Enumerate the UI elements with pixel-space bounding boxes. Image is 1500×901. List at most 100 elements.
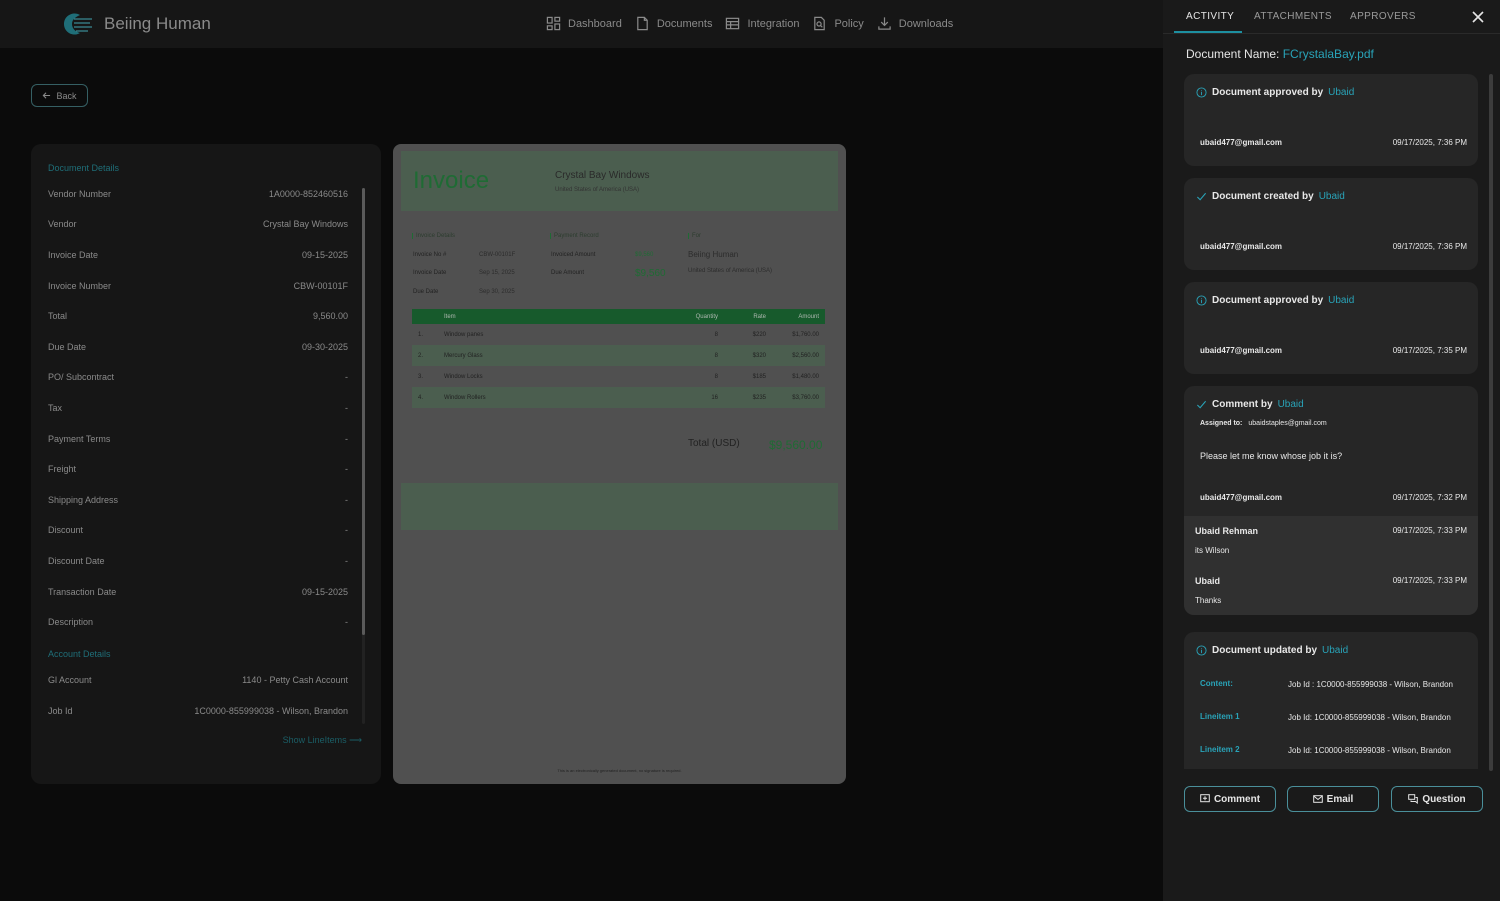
due-date-label: Due Date — [413, 289, 439, 295]
cell-rate: $220 — [752, 331, 766, 338]
update-label: Lineitem 1 — [1200, 712, 1240, 721]
activity-card-header: Document approved by Ubaid — [1196, 295, 1354, 306]
comment-button[interactable]: Comment — [1184, 786, 1276, 812]
nav-integration[interactable]: Integration — [725, 16, 799, 31]
cell-item: Window panes — [444, 331, 484, 338]
show-lineitems-link[interactable]: Show LineItems ⟶ — [283, 735, 362, 746]
detail-label: Invoice Number — [48, 281, 112, 291]
detail-value: 09-15-2025 — [301, 250, 348, 260]
detail-label: Discount — [48, 525, 84, 535]
document-name-label: Document Name: — [1186, 47, 1280, 61]
detail-label: Description — [48, 617, 94, 627]
detail-row: Transaction Date 09-15-2025 — [48, 587, 348, 601]
reply-time: 09/17/2025, 7:33 PM — [1392, 526, 1467, 535]
document-details-title: Document Details — [48, 163, 120, 173]
activity-email: ubaid477@gmail.com — [1200, 346, 1283, 355]
detail-value: 1A0000-852460516 — [268, 189, 348, 199]
detail-value: 1140 - Petty Cash Account — [242, 675, 348, 685]
download-icon — [878, 17, 891, 30]
nav-dashboard[interactable]: Dashboard — [546, 16, 622, 31]
tab-approvers[interactable]: APPROVERS — [1350, 11, 1416, 22]
question-button[interactable]: Question — [1391, 786, 1483, 812]
detail-value: 9,560.00 — [312, 311, 348, 321]
detail-row: Discount Date - — [48, 556, 348, 570]
table-row: 4. Window Rollers 16 $235 $3,760.00 — [412, 387, 825, 408]
table-icon — [726, 17, 740, 30]
detail-label: Transaction Date — [48, 587, 117, 597]
activity-card: Document approved by Ubaid ubaid477@gmai… — [1184, 282, 1478, 374]
detail-label: Total — [48, 311, 68, 321]
nav-downloads[interactable]: Downloads — [877, 16, 953, 31]
invoice-company: Crystal Bay Windows — [555, 170, 650, 181]
assigned-email: ubaidstaples@gmail.com — [1248, 420, 1327, 427]
reply-text: its Wilson — [1195, 546, 1230, 555]
back-label: Back — [56, 90, 77, 101]
activity-card-header: Document updated by Ubaid — [1196, 645, 1348, 656]
detail-row: PO/ Subcontract - — [48, 372, 348, 386]
invoice-no-label: Invoice No # — [413, 252, 447, 258]
email-button-label: Email — [1326, 793, 1354, 805]
activity-title: Document approved by — [1212, 295, 1324, 306]
assigned-label: Assigned to: — [1200, 420, 1243, 427]
detail-value: 1C0000-855999038 - Wilson, Brandon — [194, 706, 348, 716]
invoice-no: CBW-00101F — [479, 252, 516, 258]
detail-value: - — [345, 617, 348, 627]
detail-value: - — [345, 525, 348, 535]
detail-row: Payment Terms - — [48, 434, 348, 448]
nav-label: Documents — [656, 17, 713, 30]
file-icon — [637, 16, 648, 31]
email-button[interactable]: Email — [1287, 786, 1379, 812]
col-amount: Amount — [798, 313, 819, 320]
detail-label: Tax — [48, 403, 63, 413]
detail-value: 09-15-2025 — [301, 587, 348, 597]
activity-scrollbar[interactable] — [1489, 74, 1493, 771]
activity-card-header: Document created by Ubaid — [1196, 191, 1345, 202]
check-icon — [1196, 400, 1207, 409]
cell-amount: $1,760.00 — [792, 331, 819, 338]
activity-user[interactable]: Ubaid — [1328, 87, 1354, 98]
tab-activity[interactable]: ACTIVITY — [1186, 11, 1234, 22]
comment-icon — [1200, 794, 1210, 803]
info-icon — [1196, 295, 1207, 306]
cell-item: Mercury Glass — [444, 352, 483, 359]
nav-policy[interactable]: Policy — [812, 16, 864, 31]
update-card-clip: Document updated by Ubaid Content: Job I… — [1184, 632, 1478, 769]
invoice-preview: Invoice Crystal Bay Windows United State… — [393, 144, 846, 784]
due-date: Sep 30, 2025 — [479, 289, 515, 295]
activity-time: 09/17/2025, 7:35 PM — [1392, 346, 1467, 355]
cell-amount: $1,480.00 — [792, 373, 819, 380]
detail-value: - — [345, 464, 348, 474]
comment-email: ubaid477@gmail.com — [1200, 493, 1283, 502]
col-item: Item — [444, 313, 456, 320]
col-rate: Rate — [753, 313, 766, 320]
close-icon[interactable] — [1470, 9, 1486, 25]
activity-user[interactable]: Ubaid — [1328, 295, 1354, 306]
comment-user[interactable]: Ubaid — [1278, 399, 1304, 410]
nav-label: Dashboard — [568, 17, 622, 30]
main-nav: Dashboard Documents Integration Policy D… — [546, 16, 953, 31]
invoice-date-label: Invoice Date — [413, 270, 447, 276]
invoice-footer-band — [401, 483, 838, 530]
side-tabs: ACTIVITY ATTACHMENTS APPROVERS — [1163, 0, 1500, 34]
back-button[interactable]: Back — [31, 84, 88, 107]
activity-user[interactable]: Ubaid — [1322, 645, 1348, 656]
logo[interactable]: Beiing Human — [58, 11, 211, 37]
invoiced-amount: $9,560 — [635, 252, 654, 258]
activity-side-panel: ACTIVITY ATTACHMENTS APPROVERS Document … — [1163, 0, 1500, 901]
nav-documents[interactable]: Documents — [635, 16, 713, 31]
chat-icon — [1408, 794, 1419, 804]
details-scrollbar-thumb[interactable] — [362, 188, 365, 635]
cell-n: 1. — [418, 331, 424, 338]
detail-value: CBW-00101F — [293, 281, 348, 291]
logo-icon — [64, 13, 92, 35]
detail-value: - — [345, 372, 348, 382]
activity-user[interactable]: Ubaid — [1319, 191, 1345, 202]
mail-icon — [1312, 795, 1323, 803]
detail-row: Freight - — [48, 464, 348, 478]
cell-n: 4. — [418, 394, 424, 401]
for-country: United States of America (USA) — [688, 268, 773, 274]
tab-attachments[interactable]: ATTACHMENTS — [1254, 11, 1332, 22]
nav-label: Integration — [747, 17, 800, 30]
document-name-value[interactable]: FCrystalaBay.pdf — [1283, 47, 1374, 61]
activity-card-header: Document approved by Ubaid — [1196, 87, 1354, 98]
